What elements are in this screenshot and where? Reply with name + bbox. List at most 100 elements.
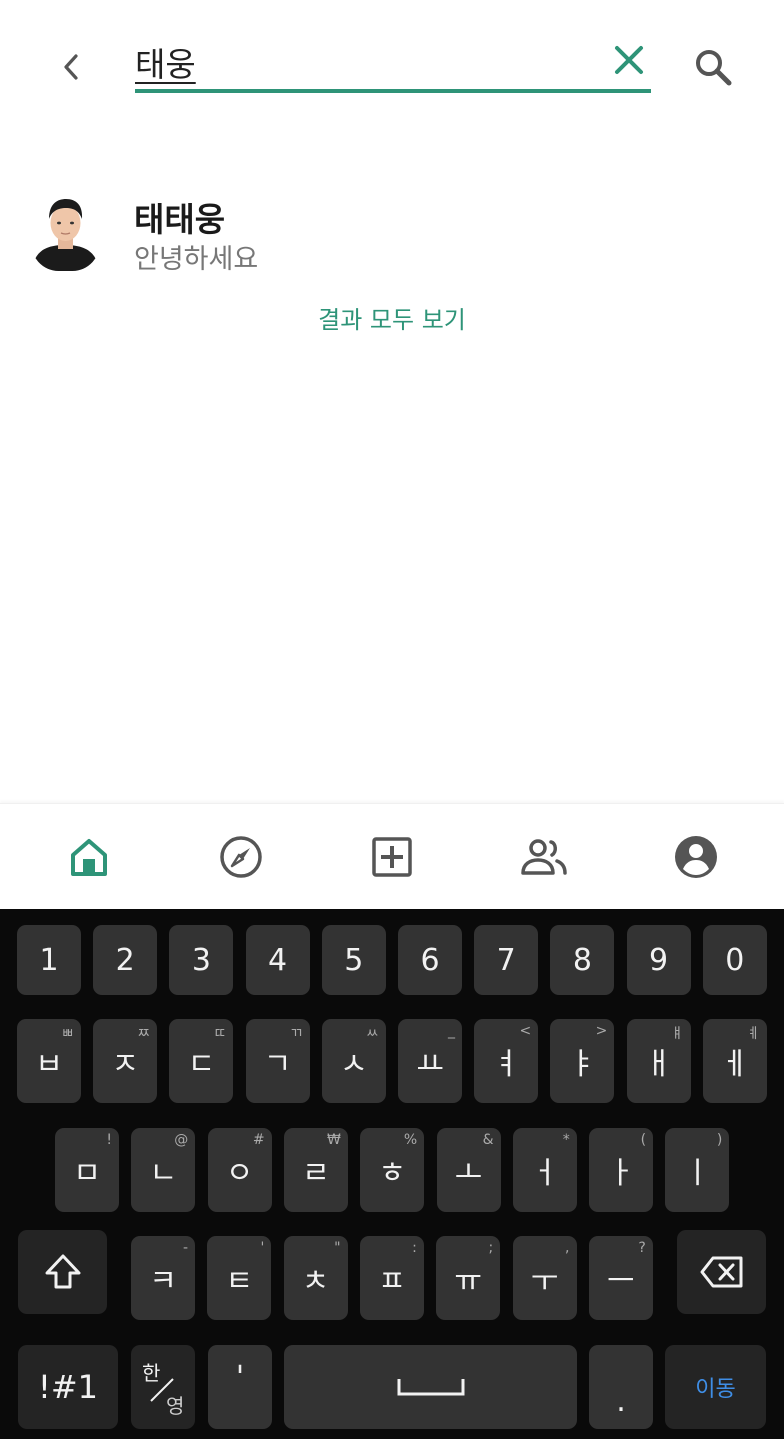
key-letter[interactable]: ㅏ(	[589, 1128, 654, 1212]
key-letter[interactable]: ㄴ @	[131, 1128, 196, 1212]
search-input[interactable]	[135, 40, 595, 84]
key-number[interactable]: 1	[17, 925, 81, 995]
nav-profile[interactable]	[671, 832, 721, 882]
key-letter-label: ㅐ	[644, 1047, 673, 1082]
key-letter-label: ㅋ	[149, 1264, 177, 1299]
key-letter[interactable]: ㅋ-	[131, 1236, 195, 1320]
see-all-results-link[interactable]: 결과 모두 보기	[0, 300, 784, 335]
home-icon	[71, 839, 107, 876]
key-letter[interactable]: ㅎ%	[360, 1128, 425, 1212]
period-key[interactable]: .	[589, 1345, 653, 1429]
key-number[interactable]: 7	[474, 925, 539, 995]
back-button[interactable]	[50, 44, 92, 90]
key-letter[interactable]: ㅅㅆ	[321, 1019, 386, 1103]
key-letter-label: ㅂ	[35, 1047, 63, 1082]
space-key[interactable]	[284, 1345, 577, 1429]
key-letter-secondary-label: ₩	[327, 1132, 341, 1148]
key-number[interactable]: 0	[702, 925, 767, 995]
key-number[interactable]: 2	[93, 925, 158, 995]
key-number[interactable]: 4	[245, 925, 310, 995]
key-letter[interactable]: ㅓ *	[512, 1128, 577, 1212]
key-letter[interactable]: ㅂㅃ	[17, 1019, 81, 1103]
key-letter-label: ㅓ	[530, 1156, 559, 1191]
nav-home[interactable]	[64, 832, 114, 882]
key-letter[interactable]: ㅍ:	[359, 1236, 424, 1320]
key-letter-label: ㅡ	[606, 1264, 635, 1299]
key-letter[interactable]: ㅌ '	[207, 1236, 272, 1320]
chevron-left-icon	[64, 54, 78, 80]
key-letter-label: ㅇ	[225, 1156, 254, 1191]
key-letter[interactable]: ㅑ >	[550, 1019, 615, 1103]
key-letter-secondary-label: :	[412, 1240, 417, 1256]
key-letter[interactable]: ㅈㅉ	[93, 1019, 158, 1103]
key-letter[interactable]: ㄹ ₩	[283, 1128, 348, 1212]
avatar	[30, 193, 101, 271]
key-letter-secondary-label: ㅆ	[365, 1026, 379, 1042]
compass-icon	[220, 836, 262, 878]
nav-explore[interactable]	[216, 832, 266, 882]
go-key[interactable]: 이동	[665, 1345, 766, 1429]
key-number-label: 5	[344, 942, 364, 978]
key-letter-label: ㅣ	[683, 1156, 712, 1191]
key-number-label: 3	[191, 942, 211, 978]
key-number[interactable]: 5	[321, 925, 386, 995]
key-number[interactable]: 9	[626, 925, 691, 995]
key-letter[interactable]: ㅛ _	[398, 1019, 462, 1103]
keyboard: 1234567890 ㅂㅃㅈㅉㄷㄸㄱㄲㅅㅆㅛ _ ㅕ < ㅑ > ㅐㅒㅔㅖ ㅁ! ㄴ @ ㅇ # ㄹ ₩…	[0, 909, 784, 1439]
backspace-key[interactable]	[677, 1230, 766, 1314]
key-letter-secondary-label: -	[182, 1240, 188, 1256]
key-letter-label: ㅗ	[454, 1156, 483, 1191]
apostrophe-key[interactable]: '	[208, 1345, 272, 1429]
key-letter[interactable]: ㅁ!	[55, 1128, 119, 1212]
nav-people[interactable]	[519, 832, 569, 882]
key-letter-label: ㅔ	[720, 1047, 749, 1082]
nav-add[interactable]	[367, 832, 417, 882]
key-letter[interactable]: ㅔㅖ	[702, 1019, 767, 1103]
key-letter[interactable]: ㅕ <	[474, 1019, 539, 1103]
key-letter-label: ㄱ	[263, 1047, 292, 1082]
key-letter-label: ㅅ	[339, 1047, 368, 1082]
key-letter-label: ㅜ	[530, 1264, 559, 1299]
key-letter[interactable]: ㄱㄲ	[245, 1019, 310, 1103]
key-letter-secondary-label: *	[562, 1132, 570, 1148]
search-icon	[696, 50, 732, 86]
key-letter-secondary-label: #	[252, 1132, 265, 1148]
key-letter-label: ㅎ	[378, 1156, 406, 1191]
key-number[interactable]: 8	[550, 925, 615, 995]
account-icon	[675, 836, 717, 878]
key-letter[interactable]: ㅠ;	[436, 1236, 501, 1320]
bottom-navigation	[0, 803, 784, 909]
close-icon	[615, 46, 643, 74]
clear-button[interactable]	[610, 38, 648, 82]
key-number-label: 6	[420, 942, 440, 978]
key-letter[interactable]: ㄷㄸ	[169, 1019, 234, 1103]
key-letter[interactable]: ㅐㅒ	[626, 1019, 691, 1103]
search-field[interactable]	[135, 36, 651, 93]
key-letter[interactable]: ㅣ)	[665, 1128, 730, 1212]
key-number[interactable]: 3	[169, 925, 234, 995]
key-letter-secondary-label: ㄸ	[213, 1026, 227, 1042]
backspace-icon	[700, 1256, 742, 1288]
key-letter-secondary-label: &	[482, 1132, 494, 1148]
key-letter-secondary-label: _	[448, 1023, 455, 1039]
key-number-label: 7	[496, 942, 516, 978]
key-number[interactable]: 6	[398, 925, 462, 995]
key-letter[interactable]: ㅗ &	[436, 1128, 501, 1212]
key-letter-secondary-label: ㅃ	[61, 1026, 74, 1042]
add-box-icon	[372, 837, 412, 877]
key-letter[interactable]: ㅡ?	[588, 1236, 653, 1320]
key-letter-label: ㅕ	[492, 1047, 520, 1082]
key-letter[interactable]: ㅜ,	[512, 1236, 577, 1320]
language-toggle-key[interactable]: 한 영	[131, 1345, 195, 1429]
key-letter-secondary-label: ;	[488, 1240, 494, 1256]
key-letter-label: ㅁ	[73, 1156, 101, 1191]
key-letter[interactable]: ㅇ #	[207, 1128, 272, 1212]
key-letter-label: ㅍ	[378, 1264, 406, 1299]
shift-key[interactable]	[18, 1230, 107, 1314]
result-item[interactable]: 태태웅 안녕하세요	[0, 185, 784, 285]
key-number-label: 1	[39, 942, 59, 978]
key-letter-secondary-label: "	[334, 1240, 341, 1256]
symbols-key[interactable]: !#1	[18, 1345, 118, 1429]
search-button[interactable]	[690, 44, 736, 90]
key-letter[interactable]: ㅊ "	[283, 1236, 348, 1320]
